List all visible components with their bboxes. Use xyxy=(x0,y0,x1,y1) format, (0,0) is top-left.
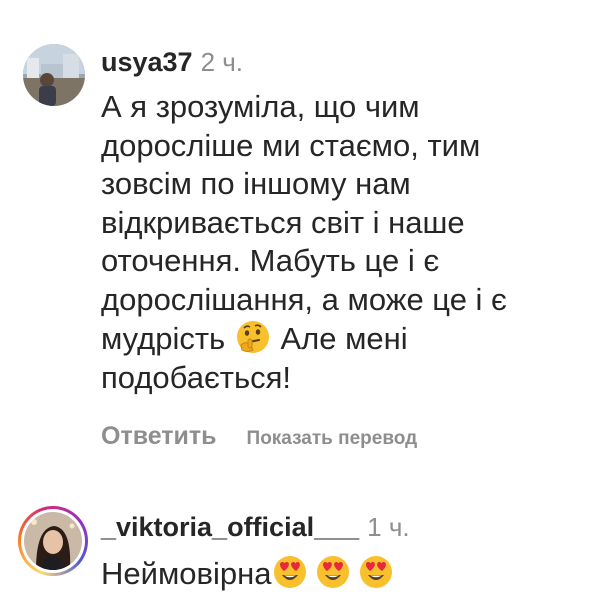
avatar[interactable] xyxy=(23,44,85,106)
comment-usya37: usya37 2 ч. А я зрозуміла, що чим дорослі… xyxy=(0,0,609,480)
comment-line-text: Неймовірна xyxy=(101,556,272,591)
comment-header: usya37 2 ч. xyxy=(101,44,243,80)
thinking-face-icon xyxy=(235,319,271,355)
comment-line-text: мудрість xyxy=(101,321,226,356)
heart-eyes-icon xyxy=(272,554,308,590)
comment-line: доросліше ми стаємо, тим xyxy=(101,127,481,163)
comment-line: оточення. Мабуть це і є xyxy=(101,243,440,278)
comment-line: дорослішання, а може це і є xyxy=(101,281,507,317)
comment-line: подобається! xyxy=(101,359,292,395)
timestamp: 1 ч. xyxy=(367,512,410,542)
comment-line-text: Але мені xyxy=(280,321,408,356)
comment-text: А я зрозуміла, що чим доросліше ми стаєм… xyxy=(101,88,571,397)
avatar[interactable] xyxy=(24,512,82,570)
reply-button[interactable]: Ответить xyxy=(101,422,217,450)
heart-eyes-icon xyxy=(315,554,351,590)
show-translation-button[interactable]: Показать перевод xyxy=(247,428,418,449)
comment-line: зовсім по іншому нам xyxy=(101,166,411,201)
timestamp: 2 ч. xyxy=(200,47,244,77)
comment-header: _viktoria_official___ 1 ч. xyxy=(101,509,410,545)
comment-line: мудрість Але мені xyxy=(101,319,571,359)
comment-line: відкривається світ і наше xyxy=(101,204,465,240)
comment-viktoria: _viktoria_official___ 1 ч. Неймовірна xyxy=(0,480,609,600)
comment-text: Неймовірна xyxy=(101,554,581,594)
comment-line: А я зрозуміла, що чим xyxy=(101,89,420,124)
username[interactable]: _viktoria_official___ xyxy=(101,512,359,542)
heart-eyes-icon xyxy=(358,554,394,590)
username[interactable]: usya37 xyxy=(101,47,193,77)
comment-actions: Ответить Показать перевод xyxy=(101,418,417,454)
